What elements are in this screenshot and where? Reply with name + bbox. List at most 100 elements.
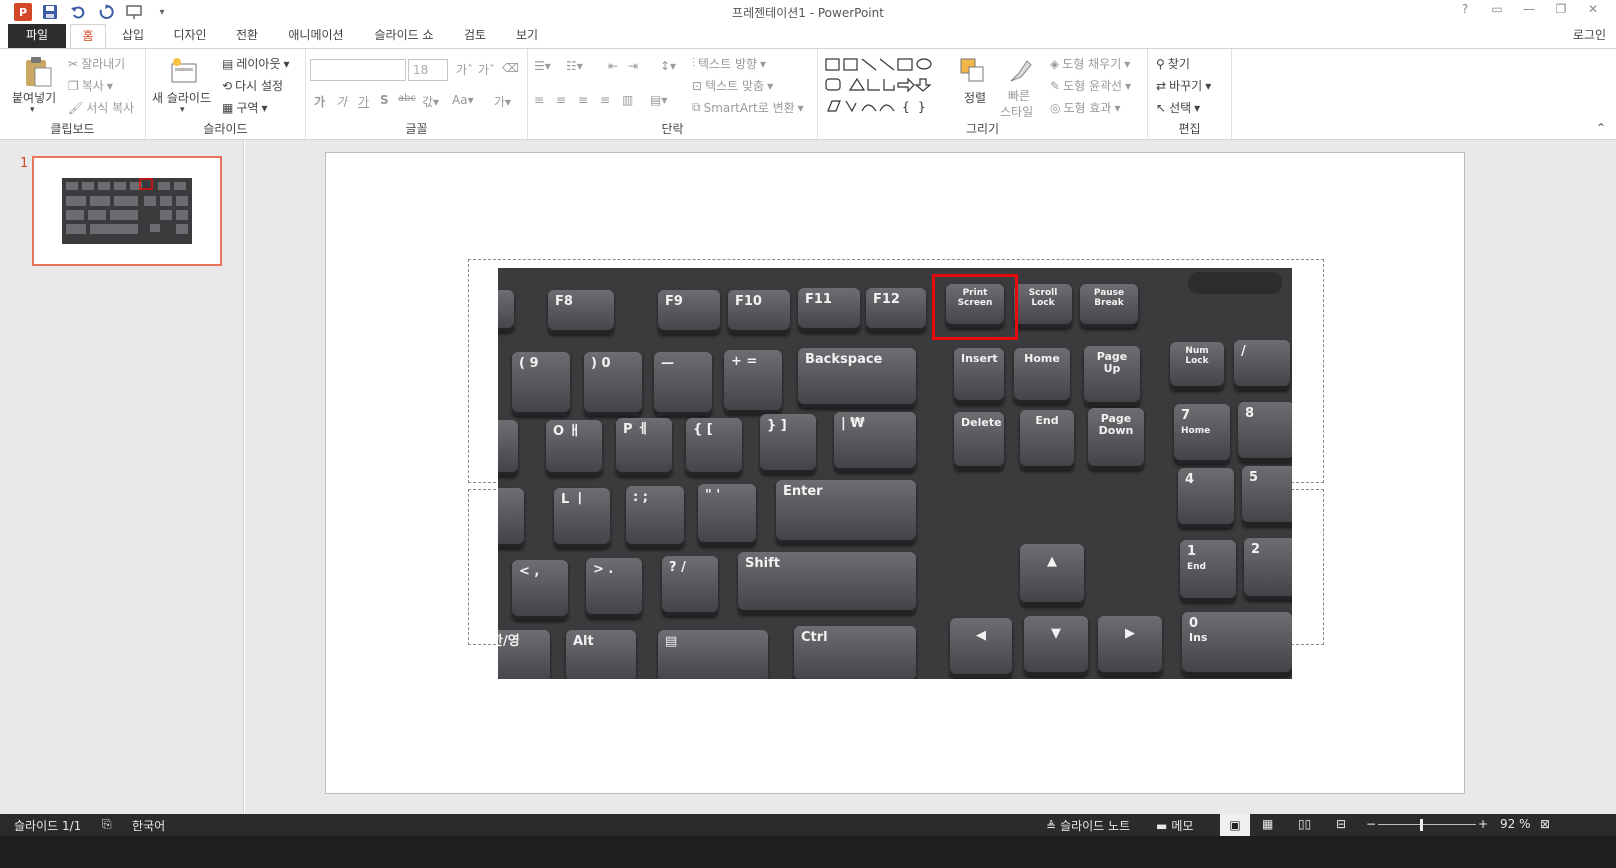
spellcheck-icon[interactable]: ⎘ <box>102 817 112 832</box>
collapse-ribbon-icon[interactable]: ⌃ <box>1596 121 1606 135</box>
key-numpad-2: 2 <box>1244 538 1292 600</box>
fit-slide-icon[interactable]: ⊠ <box>1540 817 1550 831</box>
quick-styles-button-line2[interactable]: 스타일 <box>1000 103 1033 120</box>
tab-view[interactable]: 보기 <box>506 24 548 48</box>
replace-button[interactable]: ⇄ 바꾸기 ▾ <box>1156 77 1211 94</box>
justify-icon[interactable]: ≡ <box>600 93 610 107</box>
change-case-icon[interactable]: Aa▾ <box>452 93 474 107</box>
key-num-lock: Num Lock <box>1170 342 1224 390</box>
clear-format-icon[interactable]: ⌫ <box>502 61 519 75</box>
align-right-icon[interactable]: ≡ <box>578 93 588 107</box>
paste-icon[interactable] <box>20 55 56 89</box>
align-center-icon[interactable]: ≡ <box>556 93 566 107</box>
reset-icon: ⟲ <box>222 78 233 93</box>
tab-design[interactable]: 디자인 <box>162 24 218 48</box>
cut-button[interactable]: ✂ 잘라내기 <box>68 55 125 72</box>
copy-button[interactable]: ❐ 복사 ▾ <box>68 77 113 94</box>
zoom-in-icon[interactable]: + <box>1478 817 1488 831</box>
slide-canvas[interactable]: F8 F9 F10 F11 F12 Print Screen Scroll Lo… <box>325 152 1465 794</box>
strikethrough-icon[interactable]: abc <box>398 93 416 104</box>
paste-dropdown-icon[interactable]: ▾ <box>30 105 35 115</box>
shadow-icon[interactable]: S <box>380 93 389 107</box>
italic-icon[interactable]: 가 <box>336 93 347 110</box>
arrange-button[interactable]: 정렬 <box>964 89 986 106</box>
decrease-indent-icon[interactable]: ⇤ <box>608 59 618 73</box>
ribbon-options-icon[interactable]: ▭ <box>1484 2 1510 16</box>
title-bar: P ▾ 프레젠테이션1 - PowerPoint ? ▭ — ❐ ✕ <box>0 0 1616 24</box>
char-spacing-icon[interactable]: 갃▾ <box>422 93 439 110</box>
slide-sorter-icon[interactable]: ▦ <box>1262 817 1273 831</box>
bullets-icon[interactable]: ☰▾ <box>534 59 551 73</box>
shape-fill-button[interactable]: ◈ 도형 채우기 ▾ <box>1050 55 1130 72</box>
align-text-button[interactable]: ⊡ 텍스트 맞춤 ▾ <box>692 77 773 94</box>
zoom-slider-thumb[interactable] <box>1420 819 1423 831</box>
tab-home[interactable]: 홈 <box>70 24 106 49</box>
minimize-icon[interactable]: — <box>1516 2 1542 16</box>
key-l: L ㅣ <box>554 488 610 548</box>
select-button[interactable]: ↖ 선택 ▾ <box>1156 99 1200 116</box>
slideshow-view-icon[interactable]: ⊟ <box>1336 817 1346 831</box>
keyboard-photo[interactable]: F8 F9 F10 F11 F12 Print Screen Scroll Lo… <box>498 268 1292 679</box>
font-group: 18 가ˆ 가ˇ ⌫ 가 가 가 S abc 갃▾ Aa▾ 가▾ 글꼴 <box>306 49 528 139</box>
window-controls: ? ▭ — ❐ ✕ <box>1452 2 1606 16</box>
shape-outline-button[interactable]: ✎ 도형 윤곽선 ▾ <box>1050 77 1131 94</box>
align-left-icon[interactable]: ≡ <box>534 93 544 107</box>
tab-transitions[interactable]: 전환 <box>226 24 268 48</box>
increase-indent-icon[interactable]: ⇥ <box>628 59 638 73</box>
shape-effects-button[interactable]: ◎ 도형 효과 ▾ <box>1050 99 1121 116</box>
columns-icon[interactable]: ▤▾ <box>650 93 667 107</box>
language-indicator[interactable]: 한국어 <box>132 817 165 834</box>
font-size-box[interactable]: 18 <box>408 59 448 81</box>
layout-button[interactable]: ▤ 레이아웃 ▾ <box>222 55 290 72</box>
smartart-button[interactable]: ⧉ SmartArt로 변환 ▾ <box>692 99 804 116</box>
layout-icon: ▤ <box>222 56 234 71</box>
key-arrow-down: ▼ <box>1024 616 1088 676</box>
close-icon[interactable]: ✕ <box>1580 2 1606 16</box>
format-painter-button[interactable]: 🖌 서식 복사 <box>68 99 134 116</box>
reset-button[interactable]: ⟲ 다시 설정 <box>222 77 283 94</box>
tab-file[interactable]: 파일 <box>8 24 66 48</box>
distribute-icon[interactable]: ▥ <box>622 93 633 107</box>
underline-icon[interactable]: 가 <box>358 93 369 110</box>
numbering-icon[interactable]: ☷▾ <box>566 59 583 73</box>
tab-animations[interactable]: 애니메이션 <box>276 24 356 48</box>
key-pause-break: Pause Break <box>1080 284 1138 328</box>
notes-button[interactable]: ≜ 슬라이드 노트 <box>1046 817 1130 834</box>
tab-review[interactable]: 검토 <box>454 24 496 48</box>
line-spacing-icon[interactable]: ↕▾ <box>660 59 676 73</box>
slide-thumbnail[interactable] <box>32 156 222 266</box>
find-button[interactable]: ⚲ 찾기 <box>1156 55 1190 72</box>
zoom-level[interactable]: 92 % <box>1500 817 1531 831</box>
key-9: ( 9 <box>512 352 570 416</box>
editing-label: 편집 <box>1178 122 1201 136</box>
zoom-slider[interactable] <box>1378 824 1476 825</box>
arrow-up-icon: ▲ <box>1047 554 1057 569</box>
zoom-out-icon[interactable]: − <box>1366 817 1376 831</box>
normal-view-icon[interactable]: ▣ <box>1220 814 1250 836</box>
quick-styles-icon[interactable] <box>1006 55 1036 87</box>
arrange-icon[interactable] <box>958 55 988 87</box>
quick-styles-button[interactable]: 빠른 <box>1008 87 1030 104</box>
comments-button[interactable]: ▬ 메모 <box>1156 817 1193 834</box>
new-slide-button[interactable]: 새 슬라이드 <box>152 89 211 106</box>
text-direction-button[interactable]: ⫶ 텍스트 방향 ▾ <box>692 55 766 72</box>
section-button[interactable]: ▦ 구역 ▾ <box>222 99 267 116</box>
font-name-box[interactable] <box>310 59 406 81</box>
shrink-font-icon[interactable]: 가ˇ <box>478 61 495 78</box>
grow-font-icon[interactable]: 가ˆ <box>456 61 473 78</box>
tab-insert[interactable]: 삽입 <box>112 24 154 48</box>
new-slide-dropdown-icon[interactable]: ▾ <box>180 105 185 115</box>
tab-slideshow[interactable]: 슬라이드 쇼 <box>362 24 446 48</box>
restore-icon[interactable]: ❐ <box>1548 2 1574 16</box>
help-icon[interactable]: ? <box>1452 2 1478 16</box>
key-partial-left <box>498 290 514 332</box>
new-slide-icon[interactable] <box>168 55 200 87</box>
paste-button[interactable]: 붙여넣기 <box>12 89 56 106</box>
key-equals: + = <box>724 350 782 414</box>
reading-view-icon[interactable]: ▯▯ <box>1298 817 1311 831</box>
font-color-icon[interactable]: 가▾ <box>494 93 511 110</box>
login-link[interactable]: 로그인 <box>1573 26 1606 43</box>
bold-icon[interactable]: 가 <box>314 93 325 110</box>
paragraph-label: 단락 <box>661 122 684 136</box>
shapes-gallery[interactable]: {} <box>822 55 946 115</box>
